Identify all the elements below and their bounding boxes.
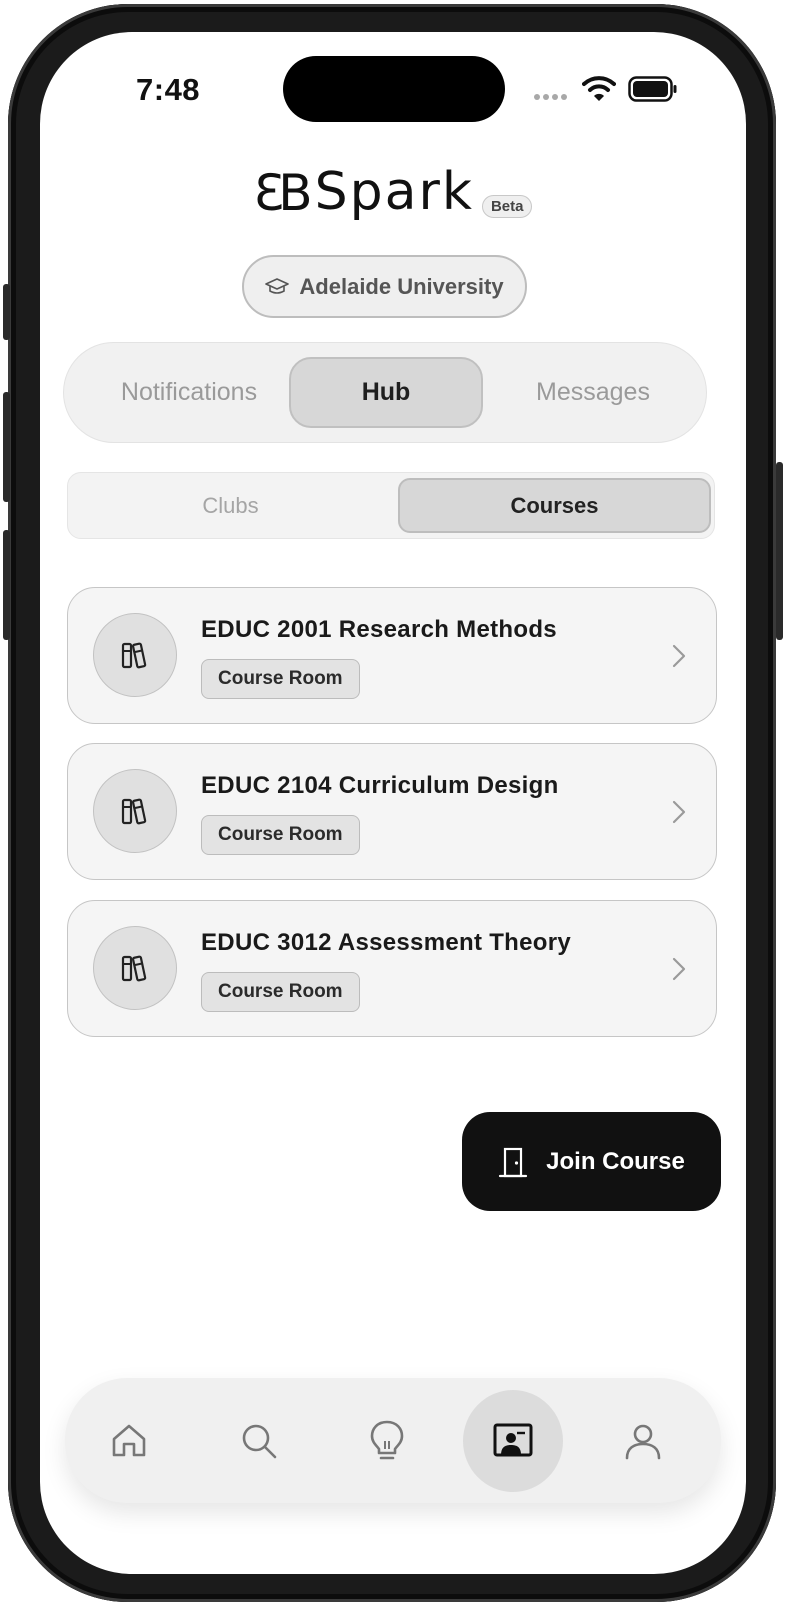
wifi-icon: [582, 76, 616, 101]
course-card[interactable]: EDUC 3012 Assessment Theory Course Room: [67, 900, 717, 1037]
nav-home[interactable]: [79, 1378, 179, 1503]
tab-label: Courses: [510, 492, 599, 518]
nav-hub[interactable]: [463, 1378, 563, 1503]
join-course-label: Join Course: [546, 1147, 685, 1175]
course-room-badge: Course Room: [201, 659, 360, 699]
tab-label: Clubs: [202, 492, 259, 518]
graduation-cap-icon: [265, 277, 290, 294]
course-room-badge: Course Room: [201, 972, 360, 1012]
tab-hub[interactable]: Hub: [289, 357, 483, 428]
course-avatar: [93, 613, 177, 697]
mute-switch: [3, 284, 10, 340]
nav-profile[interactable]: [593, 1378, 693, 1503]
course-card[interactable]: EDUC 2001 Research Methods Course Room: [67, 587, 717, 724]
lightbulb-icon: [370, 1420, 404, 1459]
volume-up-button: [3, 392, 10, 502]
main-tab-bar: Notifications Hub Messages: [63, 342, 707, 443]
chevron-right-icon: [672, 644, 686, 668]
app-logo: ƐB Spark Beta: [40, 162, 746, 222]
dynamic-island: [283, 56, 505, 122]
books-icon: [121, 955, 147, 982]
tab-clubs[interactable]: Clubs: [73, 473, 388, 538]
books-icon: [121, 642, 147, 669]
university-selector[interactable]: Adelaide University: [242, 255, 527, 318]
beta-badge: Beta: [481, 195, 533, 218]
chevron-right-icon: [672, 957, 686, 981]
tab-notifications[interactable]: Notifications: [78, 343, 300, 442]
classroom-icon: [493, 1423, 533, 1456]
chevron-right-icon: [672, 800, 686, 824]
screen: 7:48 ƐB Spark Beta Adelaide University N…: [40, 32, 746, 1574]
tab-label: Notifications: [120, 378, 258, 406]
profile-icon: [625, 1424, 661, 1459]
door-icon: [499, 1147, 528, 1177]
home-icon: [112, 1424, 146, 1456]
university-label: Adelaide University: [299, 273, 504, 299]
tab-messages[interactable]: Messages: [488, 343, 698, 442]
course-card[interactable]: EDUC 2104 Curriculum Design Course Room: [67, 743, 717, 880]
join-course-button[interactable]: Join Course: [462, 1112, 721, 1211]
tab-courses[interactable]: Courses: [398, 478, 711, 533]
course-room-badge: Course Room: [201, 815, 360, 855]
nav-active-indicator: [463, 1389, 563, 1492]
tab-label: Hub: [361, 378, 411, 406]
sub-tab-bar: Clubs Courses: [67, 472, 715, 539]
battery-icon: [628, 76, 677, 102]
search-icon: [242, 1424, 277, 1458]
course-avatar: [93, 769, 177, 853]
nav-search[interactable]: [209, 1378, 309, 1503]
tab-label: Messages: [536, 378, 650, 406]
course-title: EDUC 2001 Research Methods: [201, 616, 557, 643]
volume-down-button: [3, 530, 10, 640]
app-name: Spark: [314, 162, 474, 222]
bottom-nav-bar: [65, 1378, 721, 1503]
logo-mark: ƐB: [253, 164, 313, 222]
power-button: [776, 462, 783, 640]
course-title: EDUC 3012 Assessment Theory: [201, 929, 572, 956]
course-avatar: [93, 926, 177, 1010]
status-time: 7:48: [136, 72, 201, 107]
books-icon: [121, 798, 147, 825]
nav-ideas[interactable]: [337, 1378, 437, 1503]
course-title: EDUC 2104 Curriculum Design: [201, 772, 559, 799]
cellular-signal-icon: [534, 94, 567, 100]
